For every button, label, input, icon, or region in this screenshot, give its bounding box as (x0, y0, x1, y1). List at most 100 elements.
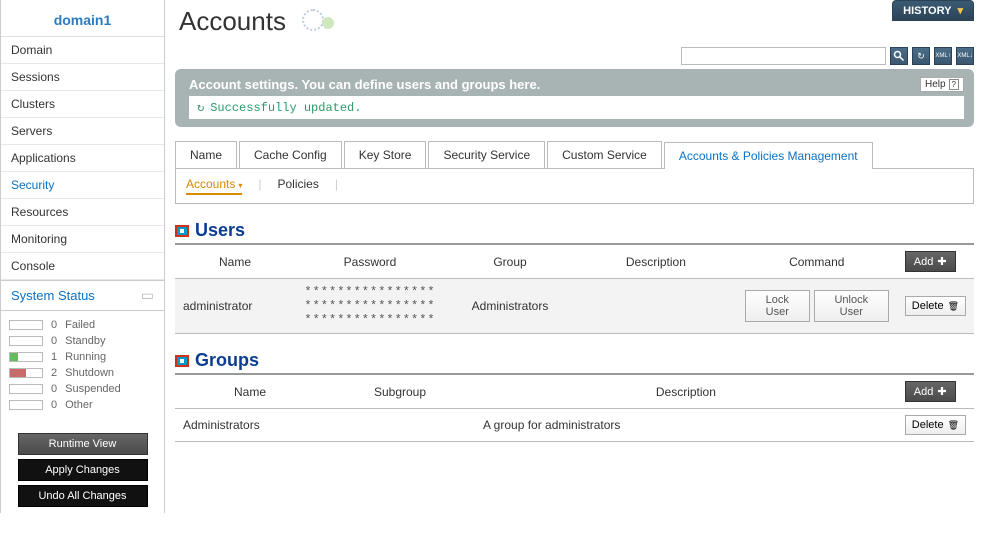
user-description-cell (575, 279, 737, 334)
search-icon (893, 50, 905, 62)
status-bar-icon (9, 320, 43, 330)
page-title: Accounts (175, 0, 286, 41)
history-label: HISTORY (903, 5, 951, 17)
delete-label: Delete (912, 419, 944, 431)
system-status-header[interactable]: System Status ▭ (1, 280, 164, 311)
tab-custom-service[interactable]: Custom Service (547, 141, 662, 168)
search-icon-button[interactable] (890, 47, 908, 65)
search-input[interactable] (681, 47, 886, 65)
nav-item-sessions[interactable]: Sessions (1, 64, 164, 91)
flag-icon (175, 355, 189, 367)
tab-cache-config[interactable]: Cache Config (239, 141, 342, 168)
status-label: Running (65, 351, 106, 363)
add-user-button[interactable]: Add ✚ (905, 251, 956, 272)
status-count: 0 (51, 399, 57, 411)
groups-title: Groups (195, 350, 259, 371)
nav-list: DomainSessionsClustersServersApplication… (1, 37, 164, 280)
users-section-header: Users (175, 220, 974, 241)
status-bar-icon (9, 336, 43, 346)
user-password-cell: ****************************************… (295, 279, 445, 334)
decorative-circles (292, 7, 352, 35)
status-list: 0Failed0Standby1Running2Shutdown0Suspend… (1, 311, 164, 419)
groups-header-row: Name Subgroup Description Add ✚ (175, 374, 974, 409)
separator: | (258, 177, 261, 195)
tab-name[interactable]: Name (175, 141, 237, 168)
main-content: Accounts HISTORY ▾ ↻ XML↑ XML↓ Account s… (165, 0, 984, 513)
domain-title[interactable]: domain1 (1, 0, 164, 37)
delete-user-button[interactable]: Delete🗑 (905, 296, 966, 316)
history-button[interactable]: HISTORY ▾ (892, 0, 974, 21)
monitor-icon: ▭ (141, 287, 154, 304)
users-header-row: Name Password Group Description Command … (175, 244, 974, 279)
group-subgroup-cell (325, 409, 475, 442)
delete-group-button[interactable]: Delete🗑 (905, 415, 966, 435)
users-tbody: administrator***************************… (175, 279, 974, 334)
users-col-command: Command (737, 244, 897, 279)
groups-section-header: Groups (175, 350, 974, 371)
add-label: Add (914, 386, 934, 398)
apply-changes-button[interactable]: Apply Changes (18, 459, 148, 481)
help-button[interactable]: Help ? (920, 77, 964, 92)
add-label: Add (914, 256, 934, 268)
groups-col-description: Description (475, 374, 897, 409)
subtab-policies[interactable]: Policies (278, 177, 319, 195)
import-xml-icon-button[interactable]: XML↑ (934, 47, 952, 65)
groups-tbody: Administrators A group for administrators… (175, 409, 974, 442)
group-name-cell: Administrators (175, 409, 325, 442)
help-icon: ? (949, 79, 959, 90)
users-col-name: Name (175, 244, 295, 279)
lock-user-button[interactable]: Lock User (745, 290, 810, 322)
status-label: Other (65, 399, 93, 411)
unlock-user-button[interactable]: Unlock User (814, 290, 889, 322)
nav-item-servers[interactable]: Servers (1, 118, 164, 145)
separator: | (335, 177, 338, 195)
status-row-failed: 0Failed (5, 317, 160, 333)
refresh-icon-button[interactable]: ↻ (912, 47, 930, 65)
banner-message: Account settings. You can define users a… (189, 77, 540, 92)
status-bar-icon (9, 368, 43, 378)
users-table: Name Password Group Description Command … (175, 243, 974, 334)
tabs: NameCache ConfigKey StoreSecurity Servic… (175, 141, 974, 169)
subtab-accounts[interactable]: Accounts▾ (186, 177, 242, 195)
nav-item-security[interactable]: Security (1, 172, 164, 199)
nav-item-console[interactable]: Console (1, 253, 164, 280)
users-col-description: Description (575, 244, 737, 279)
nav-item-clusters[interactable]: Clusters (1, 91, 164, 118)
export-xml-icon-button[interactable]: XML↓ (956, 47, 974, 65)
status-row-standby: 0 Standby (5, 333, 160, 349)
nav-item-monitoring[interactable]: Monitoring (1, 226, 164, 253)
status-count: 0 (51, 319, 57, 331)
users-title: Users (195, 220, 245, 241)
tab-key-store[interactable]: Key Store (344, 141, 427, 168)
status-count: 0 (51, 335, 57, 347)
flag-icon (175, 225, 189, 237)
users-col-group: Group (445, 244, 575, 279)
sidebar: domain1 DomainSessionsClustersServersApp… (0, 0, 165, 513)
refresh-icon: ↻ (197, 100, 204, 115)
nav-item-resources[interactable]: Resources (1, 199, 164, 226)
status-bar-icon (9, 384, 43, 394)
user-name-cell: administrator (175, 279, 295, 334)
add-group-button[interactable]: Add ✚ (905, 381, 956, 402)
runtime-view-button[interactable]: Runtime View (18, 433, 148, 455)
status-bar-icon (9, 352, 43, 362)
subtabs: Accounts▾ | Policies | (175, 169, 974, 204)
group-description-cell: A group for administrators (475, 409, 897, 442)
status-count: 2 (51, 367, 57, 379)
help-label: Help (925, 79, 946, 90)
undo-all-changes-button[interactable]: Undo All Changes (18, 485, 148, 507)
status-row-other: 0 Other (5, 397, 160, 413)
nav-item-domain[interactable]: Domain (1, 37, 164, 64)
add-icon: ✚ (937, 255, 946, 268)
users-col-password: Password (295, 244, 445, 279)
table-row: administrator***************************… (175, 279, 974, 334)
group-delete-cell: Delete🗑 (897, 409, 974, 442)
nav-item-applications[interactable]: Applications (1, 145, 164, 172)
system-status-label: System Status (11, 288, 95, 303)
status-label: Standby (65, 335, 105, 347)
tab-accounts-policies-management[interactable]: Accounts & Policies Management (664, 142, 873, 169)
tab-security-service[interactable]: Security Service (428, 141, 545, 168)
status-count: 0 (51, 383, 57, 395)
add-icon: ✚ (937, 385, 946, 398)
status-bar-icon (9, 400, 43, 410)
